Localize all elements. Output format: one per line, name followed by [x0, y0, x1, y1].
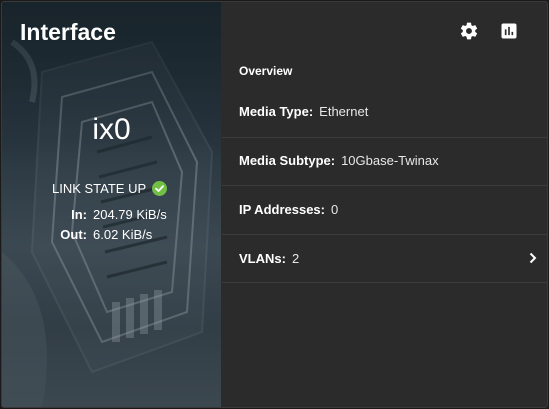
- traffic-out-value: 6.02 KiB/s: [93, 227, 153, 242]
- bar-chart-icon: [501, 23, 517, 39]
- media-subtype-value: 10Gbase-Twinax: [341, 153, 439, 168]
- media-type-value: Ethernet: [319, 104, 369, 119]
- traffic-in-label: In:: [71, 207, 87, 222]
- hero-overlay: [2, 2, 221, 407]
- traffic-out: Out: 6.02 KiB/s: [53, 227, 152, 242]
- settings-button[interactable]: [458, 20, 480, 42]
- overview-title: Overview: [239, 64, 293, 78]
- media-subtype-label: Media Subtype:: [239, 153, 336, 168]
- interface-name: ix0: [92, 113, 131, 146]
- reports-button[interactable]: [498, 20, 520, 42]
- vlans-value: 2: [291, 251, 300, 266]
- traffic-in: In: 204.79 KiB/s: [53, 207, 167, 222]
- ip-addresses-value: 0: [331, 202, 339, 217]
- ip-addresses-label: IP Addresses:: [239, 202, 325, 217]
- divider: [222, 185, 547, 186]
- chevron-right-icon: [529, 252, 537, 264]
- gear-icon: [460, 22, 478, 40]
- media-type-row: Media Type: Ethernet: [239, 104, 368, 119]
- media-type-label: Media Type:: [239, 104, 314, 119]
- vlans-text: VLANs: 2: [239, 251, 299, 266]
- link-state-label: LINK STATE UP: [52, 181, 147, 196]
- link-state: LINK STATE UP: [52, 181, 168, 196]
- traffic-in-value: 204.79 KiB/s: [93, 207, 167, 222]
- interface-card: Interface ix0 LINK STATE UP In: 204.79 Ki…: [1, 1, 548, 408]
- vlans-row[interactable]: VLANs: 2: [222, 234, 547, 282]
- card-title: Interface: [20, 19, 116, 45]
- traffic-out-label: Out:: [60, 227, 87, 242]
- check-circle-icon: [152, 181, 168, 196]
- hero-panel: Interface ix0 LINK STATE UP In: 204.79 Ki…: [2, 2, 221, 407]
- divider: [222, 137, 547, 138]
- vlans-label: VLANs:: [239, 251, 286, 266]
- divider: [222, 282, 547, 283]
- media-subtype-row: Media Subtype: 10Gbase-Twinax: [239, 153, 439, 168]
- ip-addresses-row: IP Addresses: 0: [239, 202, 338, 217]
